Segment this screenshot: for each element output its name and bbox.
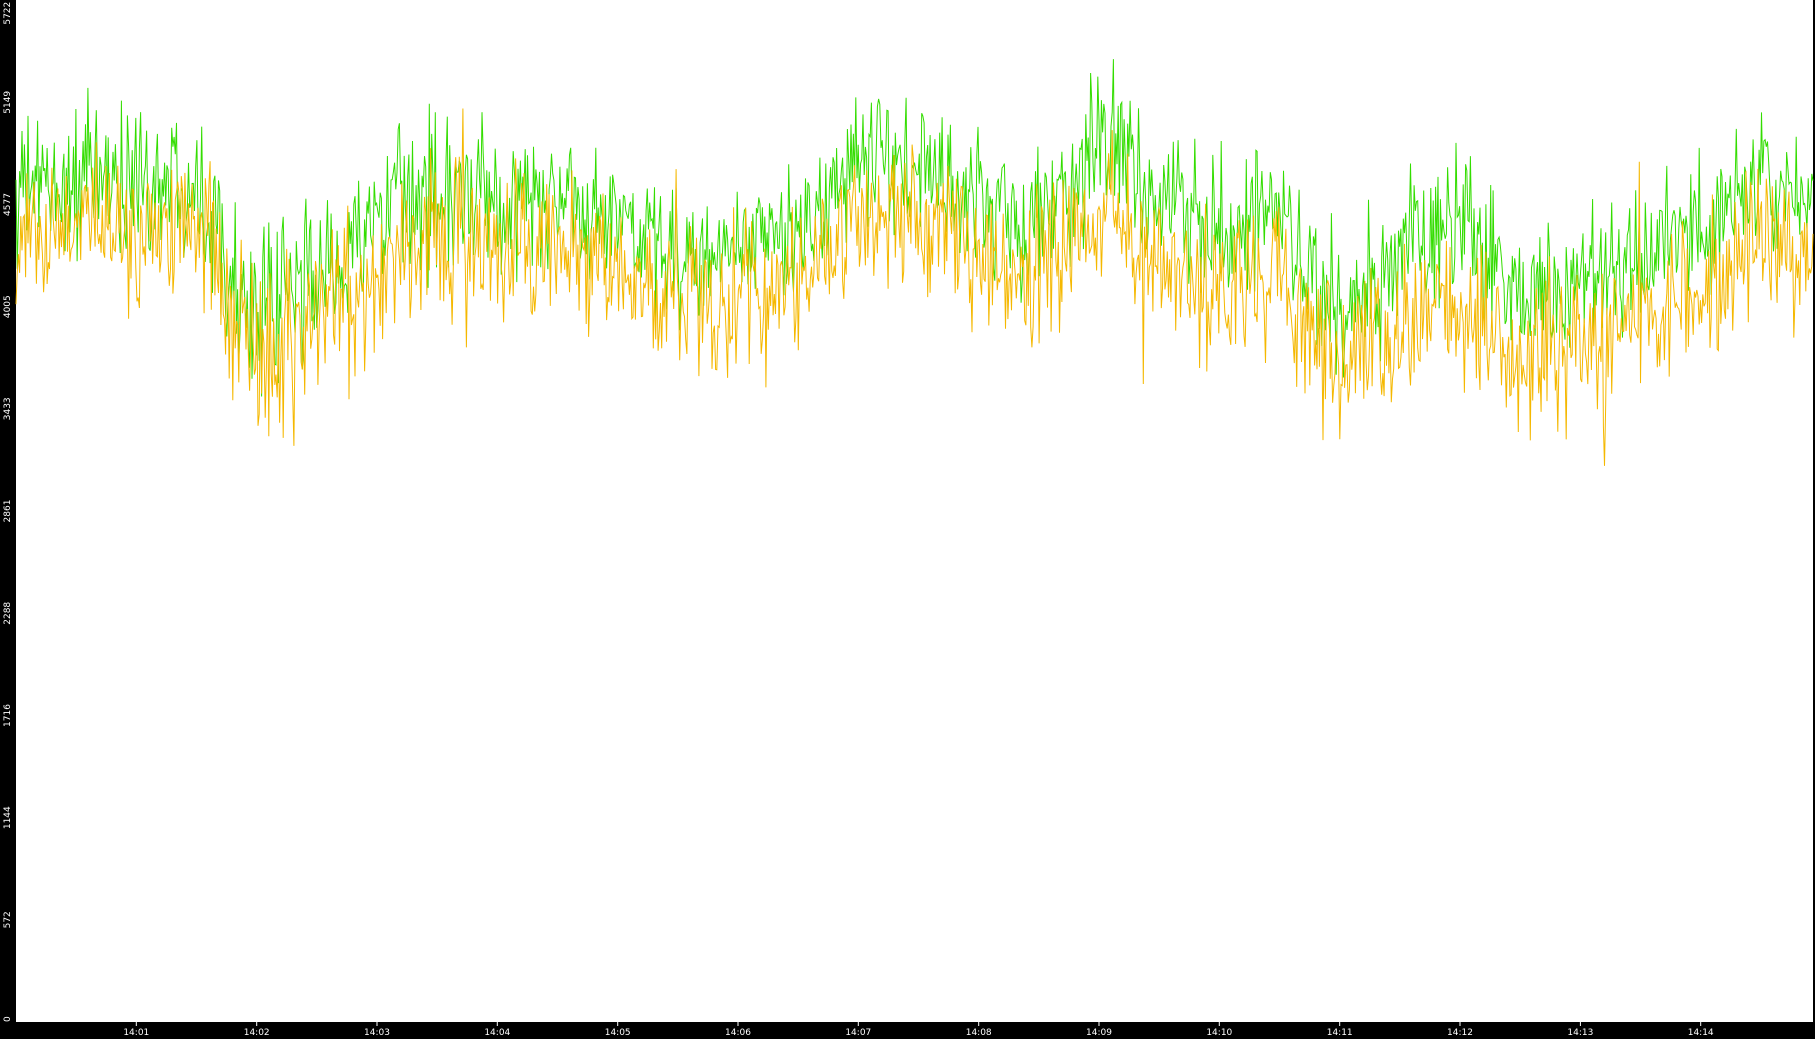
x-axis-ticks: 14:01 14:02 14:03 14:04 14:05 14:06 14:07 14:08… bbox=[123, 1022, 1714, 1038]
x-tick-label: 14:10 bbox=[1206, 1028, 1232, 1038]
x-tick-label: 14:03 bbox=[364, 1028, 390, 1038]
line-chart: 0 572 1144 1716 2288 2861 3433 4005 4577 5149 5722… bbox=[3, 0, 1814, 1038]
chart-area: 0 572 1144 1716 2288 2861 3433 4005 4577 5149 5722… bbox=[0, 0, 1815, 1039]
x-tick-label: 14:06 bbox=[725, 1028, 751, 1038]
y-tick-label: 1144 bbox=[3, 806, 13, 829]
x-tick-label: 14:01 bbox=[123, 1028, 149, 1038]
x-tick-label: 14:09 bbox=[1086, 1028, 1112, 1038]
x-tick-label: 14:05 bbox=[605, 1028, 631, 1038]
y-tick-label: 4005 bbox=[3, 295, 13, 318]
y-tick-label: 2861 bbox=[3, 500, 13, 523]
plot-background bbox=[16, 0, 1813, 1022]
x-tick-label: 14:12 bbox=[1447, 1028, 1473, 1038]
y-tick-label: 4577 bbox=[3, 193, 13, 216]
x-tick-label: 14:14 bbox=[1688, 1028, 1714, 1038]
y-tick-label: 2288 bbox=[3, 602, 13, 625]
x-tick-label: 14:07 bbox=[845, 1028, 871, 1038]
x-tick-label: 14:02 bbox=[244, 1028, 270, 1038]
y-tick-label: 3433 bbox=[3, 397, 13, 420]
y-tick-label: 1716 bbox=[3, 704, 13, 727]
x-tick-label: 14:08 bbox=[966, 1028, 992, 1038]
x-tick-label: 14:04 bbox=[484, 1028, 510, 1038]
y-tick-label: 5149 bbox=[3, 91, 13, 114]
x-tick-label: 14:13 bbox=[1567, 1028, 1593, 1038]
x-tick-label: 14:11 bbox=[1327, 1028, 1353, 1038]
y-tick-label: 5722 bbox=[3, 2, 13, 25]
y-tick-label: 0 bbox=[3, 1016, 13, 1022]
y-axis-ticks: 0 572 1144 1716 2288 2861 3433 4005 4577 5149 5722 bbox=[3, 2, 13, 1022]
y-tick-label: 572 bbox=[3, 911, 13, 928]
